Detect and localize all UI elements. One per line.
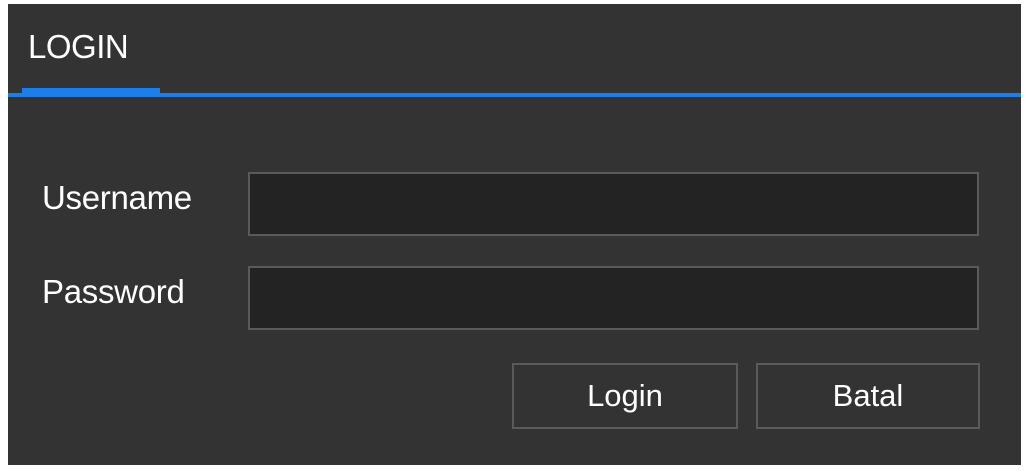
login-form: Username Password Login Batal [8, 97, 1021, 465]
username-label: Username [42, 179, 192, 216]
tab-login[interactable]: LOGIN [22, 4, 162, 95]
tab-strip: LOGIN [8, 4, 1021, 97]
login-window: LOGIN Username Password Login Batal [8, 4, 1021, 465]
password-input[interactable] [248, 266, 979, 330]
password-label: Password [42, 273, 185, 310]
tab-login-label: LOGIN [28, 28, 129, 65]
username-input[interactable] [248, 172, 979, 236]
cancel-button[interactable]: Batal [756, 363, 980, 429]
login-button[interactable]: Login [512, 363, 738, 429]
